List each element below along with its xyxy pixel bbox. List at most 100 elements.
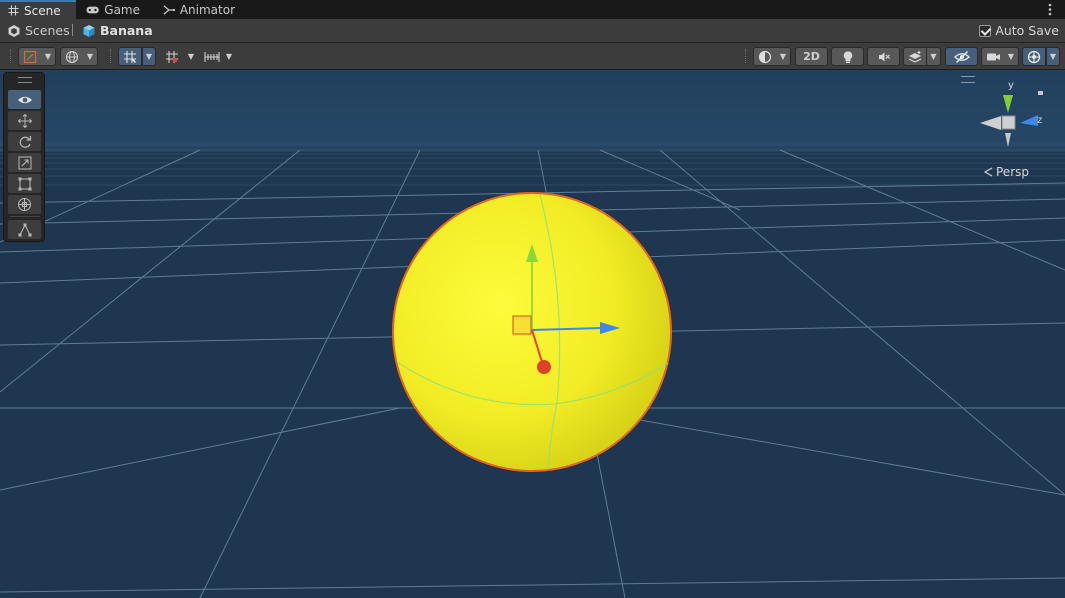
audio-toggle-button[interactable] <box>867 47 900 66</box>
gizmo-y-label: y <box>1008 80 1014 91</box>
incremental-snap-button[interactable] <box>160 47 184 66</box>
projection-toggle[interactable]: Persp <box>983 165 1029 179</box>
chevron-down-icon: ▼ <box>86 52 93 61</box>
breadcrumb-separator <box>72 24 73 36</box>
chevron-down-icon: ▼ <box>225 52 233 61</box>
rect-transform-icon <box>18 177 31 190</box>
x-axis-arrow[interactable] <box>537 360 551 374</box>
eye-slash-icon <box>953 50 970 63</box>
view-tool-button[interactable] <box>8 90 41 109</box>
tab-animator[interactable]: Animator <box>155 0 243 19</box>
prefab-cube-icon <box>83 24 95 37</box>
gizmos-dropdown[interactable]: ▼ <box>1046 47 1060 66</box>
breadcrumb: Scenes Banana Auto Save <box>0 19 1065 43</box>
gizmo-y-cone[interactable] <box>1003 95 1013 113</box>
sky <box>0 70 1065 148</box>
2d-toggle-label: 2D <box>803 50 820 63</box>
custom-tool-button[interactable] <box>8 220 41 239</box>
gizmo-globe-icon <box>1027 50 1041 63</box>
scale-icon <box>18 156 31 169</box>
draw-mode-button[interactable]: ▼ <box>753 47 791 66</box>
tools-overlay <box>3 72 45 242</box>
increment-snap-icon <box>166 50 178 63</box>
eye-icon <box>17 96 32 103</box>
transform-icon <box>18 198 31 211</box>
scene-toolbar: ▼ ▼ ▼ ▼ ▼ ▼ 2D ▼ ▼ ▼ <box>0 43 1065 70</box>
scene-viewport[interactable] <box>0 70 1065 598</box>
chevron-down-icon: ▼ <box>779 52 786 61</box>
gizmo-neg-x-cone[interactable] <box>980 116 1001 130</box>
chevron-down-icon: ▼ <box>1049 52 1057 61</box>
transform-tool-button[interactable] <box>8 195 41 214</box>
snap-settings-button[interactable] <box>200 47 224 66</box>
tool-handle-position-button[interactable]: ▼ <box>18 47 56 66</box>
ruler-icon <box>204 51 220 62</box>
tab-game[interactable]: Game <box>78 0 148 19</box>
gizmo-plane-handle[interactable] <box>512 315 532 335</box>
horizon <box>0 142 1065 152</box>
video-camera-icon <box>987 53 1000 60</box>
move-tool-button[interactable] <box>8 111 41 130</box>
unity-logo-icon <box>8 24 20 37</box>
gizmo-z-cone[interactable] <box>1020 115 1038 126</box>
auto-save-checkbox[interactable] <box>979 24 992 37</box>
scale-tool-button[interactable] <box>8 153 41 172</box>
speaker-muted-icon <box>878 52 890 61</box>
incremental-snap-dropdown[interactable]: ▼ <box>184 47 198 66</box>
rotate-icon <box>19 135 31 148</box>
toolbar-grip <box>10 49 13 63</box>
gamepad-icon <box>86 6 99 13</box>
tab-game-label: Game <box>104 2 140 17</box>
gizmo-small-marker <box>1038 91 1043 95</box>
scene-canvas <box>0 70 1065 598</box>
orientation-overlay-handle[interactable] <box>961 76 975 83</box>
effects-layers-icon <box>908 50 922 63</box>
grid-snapping-button[interactable] <box>118 47 142 66</box>
gizmos-toggle-button[interactable] <box>1022 47 1046 66</box>
chevron-down-icon: ▼ <box>1007 52 1014 61</box>
breadcrumb-current-label: Banana <box>100 23 153 38</box>
tool-divider <box>10 216 40 217</box>
2d-toggle-button[interactable]: 2D <box>795 47 828 66</box>
gizmo-neg-y-cone[interactable] <box>1005 133 1011 147</box>
pivot-icon <box>23 50 37 63</box>
tab-scene[interactable]: Scene <box>0 0 76 19</box>
more-options-icon[interactable] <box>1043 2 1057 17</box>
animator-icon <box>163 5 175 14</box>
window-tab-bar: Scene Game Animator <box>0 0 1065 19</box>
toolbar-grip <box>745 49 748 63</box>
move-arrows-icon <box>17 113 32 128</box>
rect-tool-button[interactable] <box>8 174 41 193</box>
breadcrumb-scenes-label: Scenes <box>25 23 70 38</box>
grid-snap-icon <box>124 50 137 63</box>
snap-settings-dropdown[interactable]: ▼ <box>222 47 236 66</box>
overlay-drag-handle[interactable] <box>18 77 32 83</box>
effects-dropdown[interactable]: ▼ <box>927 47 941 66</box>
grid-icon <box>8 5 19 16</box>
rotate-tool-button[interactable] <box>8 132 41 151</box>
chevron-down-icon: ▼ <box>930 52 937 61</box>
chevron-down-icon: ▼ <box>187 52 195 61</box>
global-local-toggle-button[interactable]: ▼ <box>60 47 98 66</box>
auto-save-toggle[interactable]: Auto Save <box>979 23 1059 38</box>
orientation-gizmo[interactable]: y z <box>975 78 1055 158</box>
toolbar-grip <box>110 49 113 63</box>
tab-animator-label: Animator <box>179 2 235 17</box>
gizmo-center-cube[interactable] <box>1001 115 1016 130</box>
shading-sphere-icon <box>758 50 772 63</box>
scene-visibility-button[interactable] <box>945 47 978 66</box>
tab-scene-label: Scene <box>24 3 61 18</box>
lightbulb-icon <box>843 50 852 63</box>
grid-snapping-dropdown[interactable]: ▼ <box>142 47 156 66</box>
chevron-down-icon: ▼ <box>145 52 153 61</box>
gizmo-z-label: z <box>1037 115 1042 126</box>
camera-settings-button[interactable]: ▼ <box>981 47 1019 66</box>
effects-toggle-button[interactable] <box>903 47 927 66</box>
lighting-toggle-button[interactable] <box>831 47 864 66</box>
auto-save-label: Auto Save <box>995 23 1059 38</box>
projection-label: Persp <box>996 165 1029 179</box>
breadcrumb-scenes[interactable]: Scenes <box>7 23 70 38</box>
perspective-chevron-icon <box>983 167 993 177</box>
chevron-down-icon: ▼ <box>44 52 51 61</box>
breadcrumb-current[interactable]: Banana <box>82 23 153 38</box>
